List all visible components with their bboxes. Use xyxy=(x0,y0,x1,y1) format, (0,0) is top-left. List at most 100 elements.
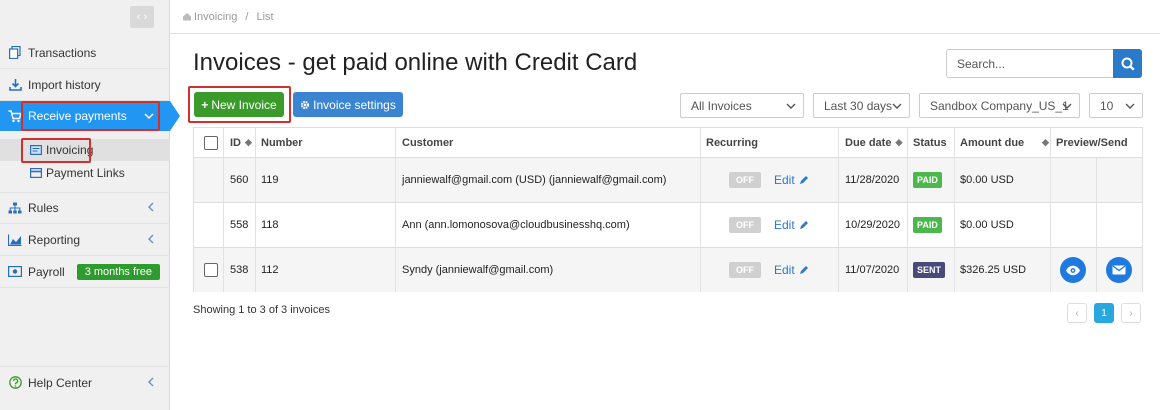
envelope-icon xyxy=(1112,265,1126,275)
select-all-checkbox[interactable] xyxy=(204,128,218,157)
sidebar-item-label: Payroll xyxy=(28,264,65,279)
row-amount-due: $0.00 USD xyxy=(960,174,1014,186)
sidebar-item-label: Help Center xyxy=(28,375,93,390)
recurring-toggle[interactable]: OFF xyxy=(729,172,761,188)
row-id: 558 xyxy=(230,219,249,231)
row-customer: Syndy (janniewalf@gmail.com) xyxy=(402,264,554,276)
header-amount-due-label: Amount due xyxy=(960,136,1025,149)
eye-icon xyxy=(1065,265,1081,276)
edit-link[interactable]: Edit xyxy=(774,203,809,247)
question-circle-icon xyxy=(8,376,22,390)
checkbox[interactable] xyxy=(204,135,218,150)
status-badge: PAID xyxy=(913,172,942,188)
pagination-prev[interactable]: ‹ xyxy=(1067,303,1087,323)
breadcrumb-root[interactable]: Invoicing xyxy=(194,11,237,23)
recurring-toggle[interactable]: OFF xyxy=(729,217,761,233)
copy-icon xyxy=(8,46,22,60)
header-customer: Customer xyxy=(402,136,454,149)
sitemap-icon xyxy=(8,201,22,215)
search-icon xyxy=(1121,57,1135,71)
preview-button[interactable] xyxy=(1060,257,1086,283)
sidebar-item-reporting[interactable]: Reporting xyxy=(0,224,170,256)
pencil-icon xyxy=(799,220,809,230)
invoice-type-select[interactable]: All Invoices xyxy=(680,93,804,118)
row-checkbox[interactable] xyxy=(204,263,218,277)
invoice-type-value: All Invoices xyxy=(691,98,752,113)
pagination-page-1[interactable]: 1 xyxy=(1094,303,1114,323)
row-customer: janniewalf@gmail.com (USD) (janniewalf@g… xyxy=(402,174,667,186)
sidebar-item-rules[interactable]: Rules xyxy=(0,192,170,224)
highlight-box xyxy=(21,101,160,131)
page-size-select[interactable]: 10 xyxy=(1089,93,1143,118)
invoices-table: ID ◆ Number Customer Recurring Due date ◆ … xyxy=(193,127,1143,292)
table-row: 538 112 Syndy (janniewalf@gmail.com) OFF… xyxy=(194,248,1142,292)
edit-label: Edit xyxy=(774,263,795,277)
sidebar-item-label: Transactions xyxy=(28,45,97,60)
highlight-box xyxy=(21,138,91,163)
header-preview-send: Preview/Send xyxy=(1056,136,1128,149)
chevron-down-icon xyxy=(891,100,903,112)
sidebar-item-label: Rules xyxy=(28,201,59,215)
area-chart-icon xyxy=(8,233,22,247)
sidebar-collapse-toggle[interactable]: ‹ › xyxy=(130,6,154,28)
sidebar-item-help-center[interactable]: Help Center xyxy=(0,366,170,398)
table-header: ID ◆ Number Customer Recurring Due date ◆ … xyxy=(194,128,1142,158)
company-value: Sandbox Company_US_1 xyxy=(930,98,1069,113)
sidebar-item-transactions[interactable]: Transactions xyxy=(0,37,170,69)
row-customer: Ann (ann.lomonosova@cloudbusinesshq.com) xyxy=(402,219,630,231)
header-id[interactable]: ID ◆ xyxy=(230,128,252,157)
header-amount-due[interactable]: Amount due ◆ xyxy=(960,128,1049,157)
page-size-value: 10 xyxy=(1100,98,1114,113)
send-email-button[interactable] xyxy=(1106,257,1132,283)
sidebar-subitem-payment-links[interactable]: Payment Links xyxy=(0,162,170,184)
row-number: 119 xyxy=(261,174,279,186)
edit-link[interactable]: Edit xyxy=(774,248,809,292)
chevron-down-icon xyxy=(785,100,797,112)
header-id-label: ID xyxy=(230,136,241,149)
header-due-date[interactable]: Due date ◆ xyxy=(845,128,902,157)
edit-link[interactable]: Edit xyxy=(774,158,809,202)
search-button[interactable] xyxy=(1113,49,1142,78)
sidebar: ‹ › Transactions Import history Receive … xyxy=(0,0,170,410)
cart-icon xyxy=(8,109,22,123)
pencil-icon xyxy=(799,265,809,275)
search-input[interactable] xyxy=(946,49,1114,78)
header-recurring: Recurring xyxy=(706,136,758,149)
sort-icon: ◆ xyxy=(1042,137,1049,147)
active-item-pointer xyxy=(170,101,180,131)
home-icon xyxy=(182,12,192,21)
table-info: Showing 1 to 3 of 3 invoices xyxy=(193,304,330,316)
pencil-icon xyxy=(799,175,809,185)
breadcrumb: Invoicing / List xyxy=(170,0,1160,34)
company-select[interactable]: Sandbox Company_US_1 xyxy=(919,93,1080,118)
row-amount-due: $326.25 USD xyxy=(960,264,1027,276)
row-id: 560 xyxy=(230,174,249,186)
sort-icon: ◆ xyxy=(245,137,252,147)
sort-icon: ◆ xyxy=(895,137,903,147)
row-due-date: 11/07/2020 xyxy=(845,264,900,276)
chevron-down-icon xyxy=(1124,100,1136,112)
status-badge: SENT xyxy=(913,262,946,278)
period-select[interactable]: Last 30 days xyxy=(813,93,910,118)
download-icon xyxy=(8,78,22,92)
chevron-down-icon xyxy=(1061,100,1073,112)
pagination-next[interactable]: › xyxy=(1121,303,1141,323)
invoice-settings-button[interactable]: Invoice settings xyxy=(293,92,403,117)
invoice-settings-label: Invoice settings xyxy=(313,97,396,112)
row-number: 112 xyxy=(261,264,279,276)
breadcrumb-separator: / xyxy=(245,10,249,23)
row-number: 118 xyxy=(261,219,279,231)
row-due-date: 11/28/2020 xyxy=(845,174,900,186)
payroll-promo-badge[interactable]: 3 months free xyxy=(76,263,160,280)
sidebar-subitem-label: Payment Links xyxy=(46,166,125,180)
header-due-date-label: Due date xyxy=(845,136,892,149)
table-row: 560 119 janniewalf@gmail.com (USD) (jann… xyxy=(194,158,1142,203)
chevron-left-icon xyxy=(147,233,154,247)
chevron-left-icon xyxy=(147,201,154,215)
period-value: Last 30 days xyxy=(824,98,893,113)
sidebar-item-import-history[interactable]: Import history xyxy=(0,69,170,101)
sidebar-item-payroll[interactable]: Payroll 3 months free xyxy=(0,256,170,288)
page-title: Invoices - get paid online with Credit C… xyxy=(193,49,638,76)
recurring-toggle[interactable]: OFF xyxy=(729,262,761,278)
chevron-left-icon xyxy=(147,376,154,390)
